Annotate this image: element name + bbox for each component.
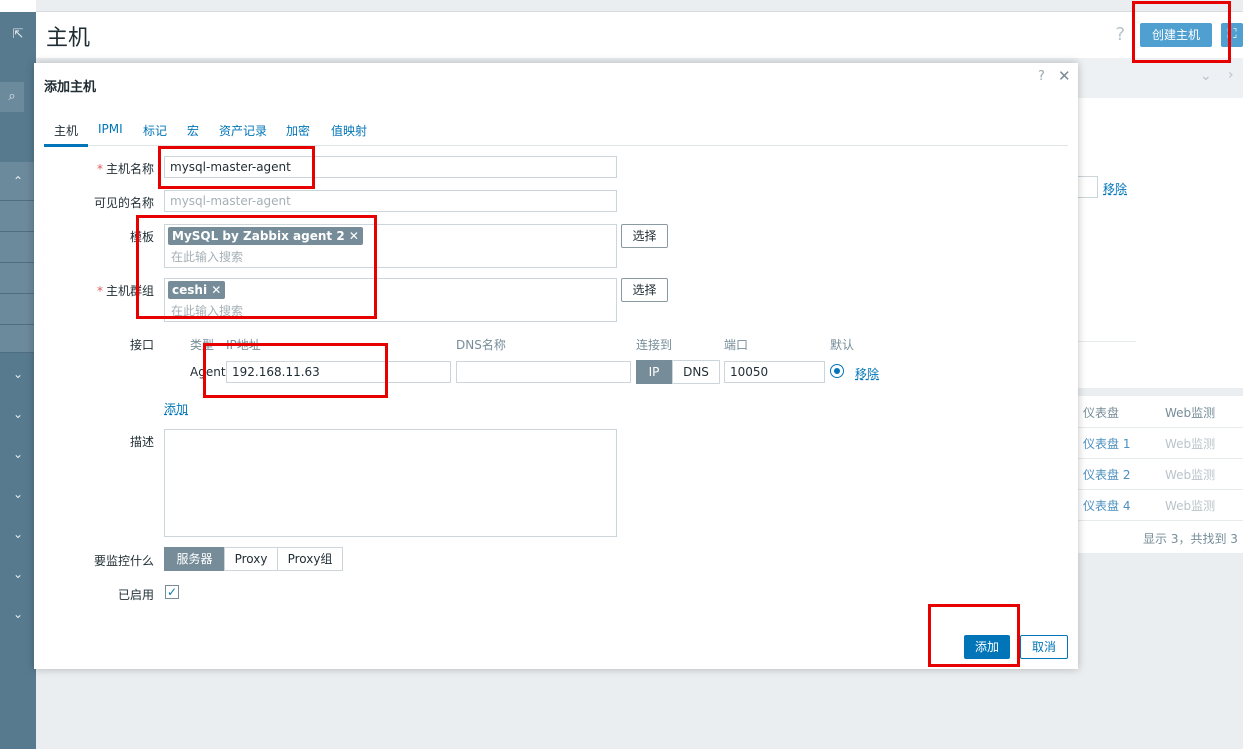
dialog-title: 添加主机 [44, 80, 97, 95]
description-label: 描述 [129, 435, 154, 449]
chevron-down-icon[interactable]: ⌄ [1200, 68, 1212, 84]
dashboard-link[interactable]: 仪表盘 1 [1083, 435, 1130, 452]
table-row: 仪表盘 2 Web监测 [1078, 458, 1243, 490]
visible-name-input[interactable]: mysql-master-agent [164, 190, 617, 212]
search-icon[interactable]: ⌕ [0, 82, 24, 112]
table-header: 仪表盘 Web监测 [1078, 396, 1243, 428]
web-link[interactable]: Web监测 [1165, 466, 1215, 483]
remove-interface-link[interactable]: 移除 [855, 365, 879, 382]
tab-encryption[interactable]: 加密 [286, 122, 310, 139]
table-row: 仪表盘 1 Web监测 [1078, 427, 1243, 459]
column-header[interactable]: Web监测 [1165, 404, 1215, 421]
left-sidebar: ⇱ ⌕ ⌃ ⌄ ⌄ ⌄ ⌄ ⌄ ⌄ ⌄ [0, 0, 36, 749]
interface-connect-header: 连接到 [636, 338, 673, 352]
close-icon[interactable]: ✕ [1058, 67, 1071, 85]
chevron-down-icon[interactable]: ⌄ [0, 604, 36, 624]
page-header: 主机 ? 创建主机 ⛶ [36, 12, 1243, 58]
divider [1078, 341, 1136, 342]
visible-name-label: 可见的名称 [93, 196, 154, 210]
annotation-box [158, 146, 315, 189]
enabled-checkbox[interactable]: ✓ [165, 585, 179, 599]
column-header[interactable]: 仪表盘 [1083, 404, 1119, 421]
annotation-box [203, 343, 388, 398]
monitored-by-proxy[interactable]: Proxy [224, 547, 278, 571]
annotation-box [136, 215, 377, 319]
chevron-down-icon[interactable]: ⌄ [0, 524, 36, 544]
templates-select-button[interactable]: 选择 [621, 224, 668, 248]
chevron-down-icon[interactable]: ⌄ [0, 484, 36, 504]
help-icon[interactable]: ? [1115, 24, 1125, 45]
monitored-by-proxy-group[interactable]: Proxy组 [277, 547, 343, 571]
annotation-box [1132, 1, 1231, 63]
tab-macros[interactable]: 宏 [187, 122, 199, 139]
tab-inventory[interactable]: 资产记录 [219, 122, 267, 139]
chevron-down-icon[interactable]: ⌄ [0, 404, 36, 424]
interface-port-input[interactable]: 10050 [724, 361, 825, 383]
connect-ip-toggle[interactable]: IP [636, 360, 672, 384]
host-groups-select-button[interactable]: 选择 [621, 278, 668, 302]
host-groups-label: * 主机群组 [96, 284, 154, 298]
description-textarea[interactable] [164, 429, 617, 537]
annotation-box [928, 604, 1020, 667]
collapse-sidebar-icon[interactable]: ⇱ [0, 20, 36, 50]
sidebar-top-strip [0, 0, 36, 12]
add-interface-link[interactable]: 添加 [164, 400, 188, 417]
active-tab-indicator [44, 144, 88, 147]
filter-bar: ⌄ › [1078, 58, 1243, 99]
page-title: 主机 [46, 26, 91, 51]
web-link[interactable]: Web监测 [1165, 497, 1215, 514]
dialog-tabs: 主机 IPMI 标记 宏 资产记录 加密 值映射 [44, 121, 1068, 146]
monitored-by-label: 要监控什么 [93, 554, 154, 568]
enabled-label: 已启用 [117, 588, 154, 602]
filter-panel: 移除 [1078, 98, 1243, 388]
cancel-button[interactable]: 取消 [1020, 635, 1068, 659]
dashboard-link[interactable]: 仪表盘 4 [1083, 497, 1130, 514]
interface-dns-input[interactable] [456, 361, 631, 383]
tab-ipmi[interactable]: IPMI [98, 122, 123, 136]
tab-tags[interactable]: 标记 [143, 122, 167, 139]
chevron-right-icon[interactable]: › [1228, 67, 1234, 83]
tab-host[interactable]: 主机 [54, 122, 78, 139]
table-row: 仪表盘 4 Web监测 [1078, 489, 1243, 521]
chevron-down-icon[interactable]: ⌄ [0, 364, 36, 384]
default-interface-radio[interactable] [830, 364, 844, 378]
hosts-table: 仪表盘 Web监测 仪表盘 1 Web监测 仪表盘 2 Web监测 仪表盘 4 … [1078, 396, 1243, 553]
interface-dns-header: DNS名称 [456, 338, 506, 352]
monitored-by-server[interactable]: 服务器 [164, 547, 225, 571]
dashboard-link[interactable]: 仪表盘 2 [1083, 466, 1130, 483]
filter-input[interactable] [1078, 176, 1098, 198]
help-icon[interactable]: ? [1038, 69, 1045, 84]
interfaces-label: 接口 [129, 338, 154, 352]
remove-link[interactable]: 移除 [1103, 180, 1127, 197]
interface-default-header: 默认 [830, 338, 855, 352]
table-footer: 显示 3，共找到 3 [1143, 532, 1238, 546]
templates-label: 模板 [129, 230, 154, 244]
tab-value-mapping[interactable]: 值映射 [331, 122, 367, 139]
connect-dns-toggle[interactable]: DNS [672, 360, 720, 384]
host-name-label: * 主机名称 [96, 162, 154, 176]
interface-port-header: 端口 [724, 338, 749, 352]
web-link[interactable]: Web监测 [1165, 435, 1215, 452]
